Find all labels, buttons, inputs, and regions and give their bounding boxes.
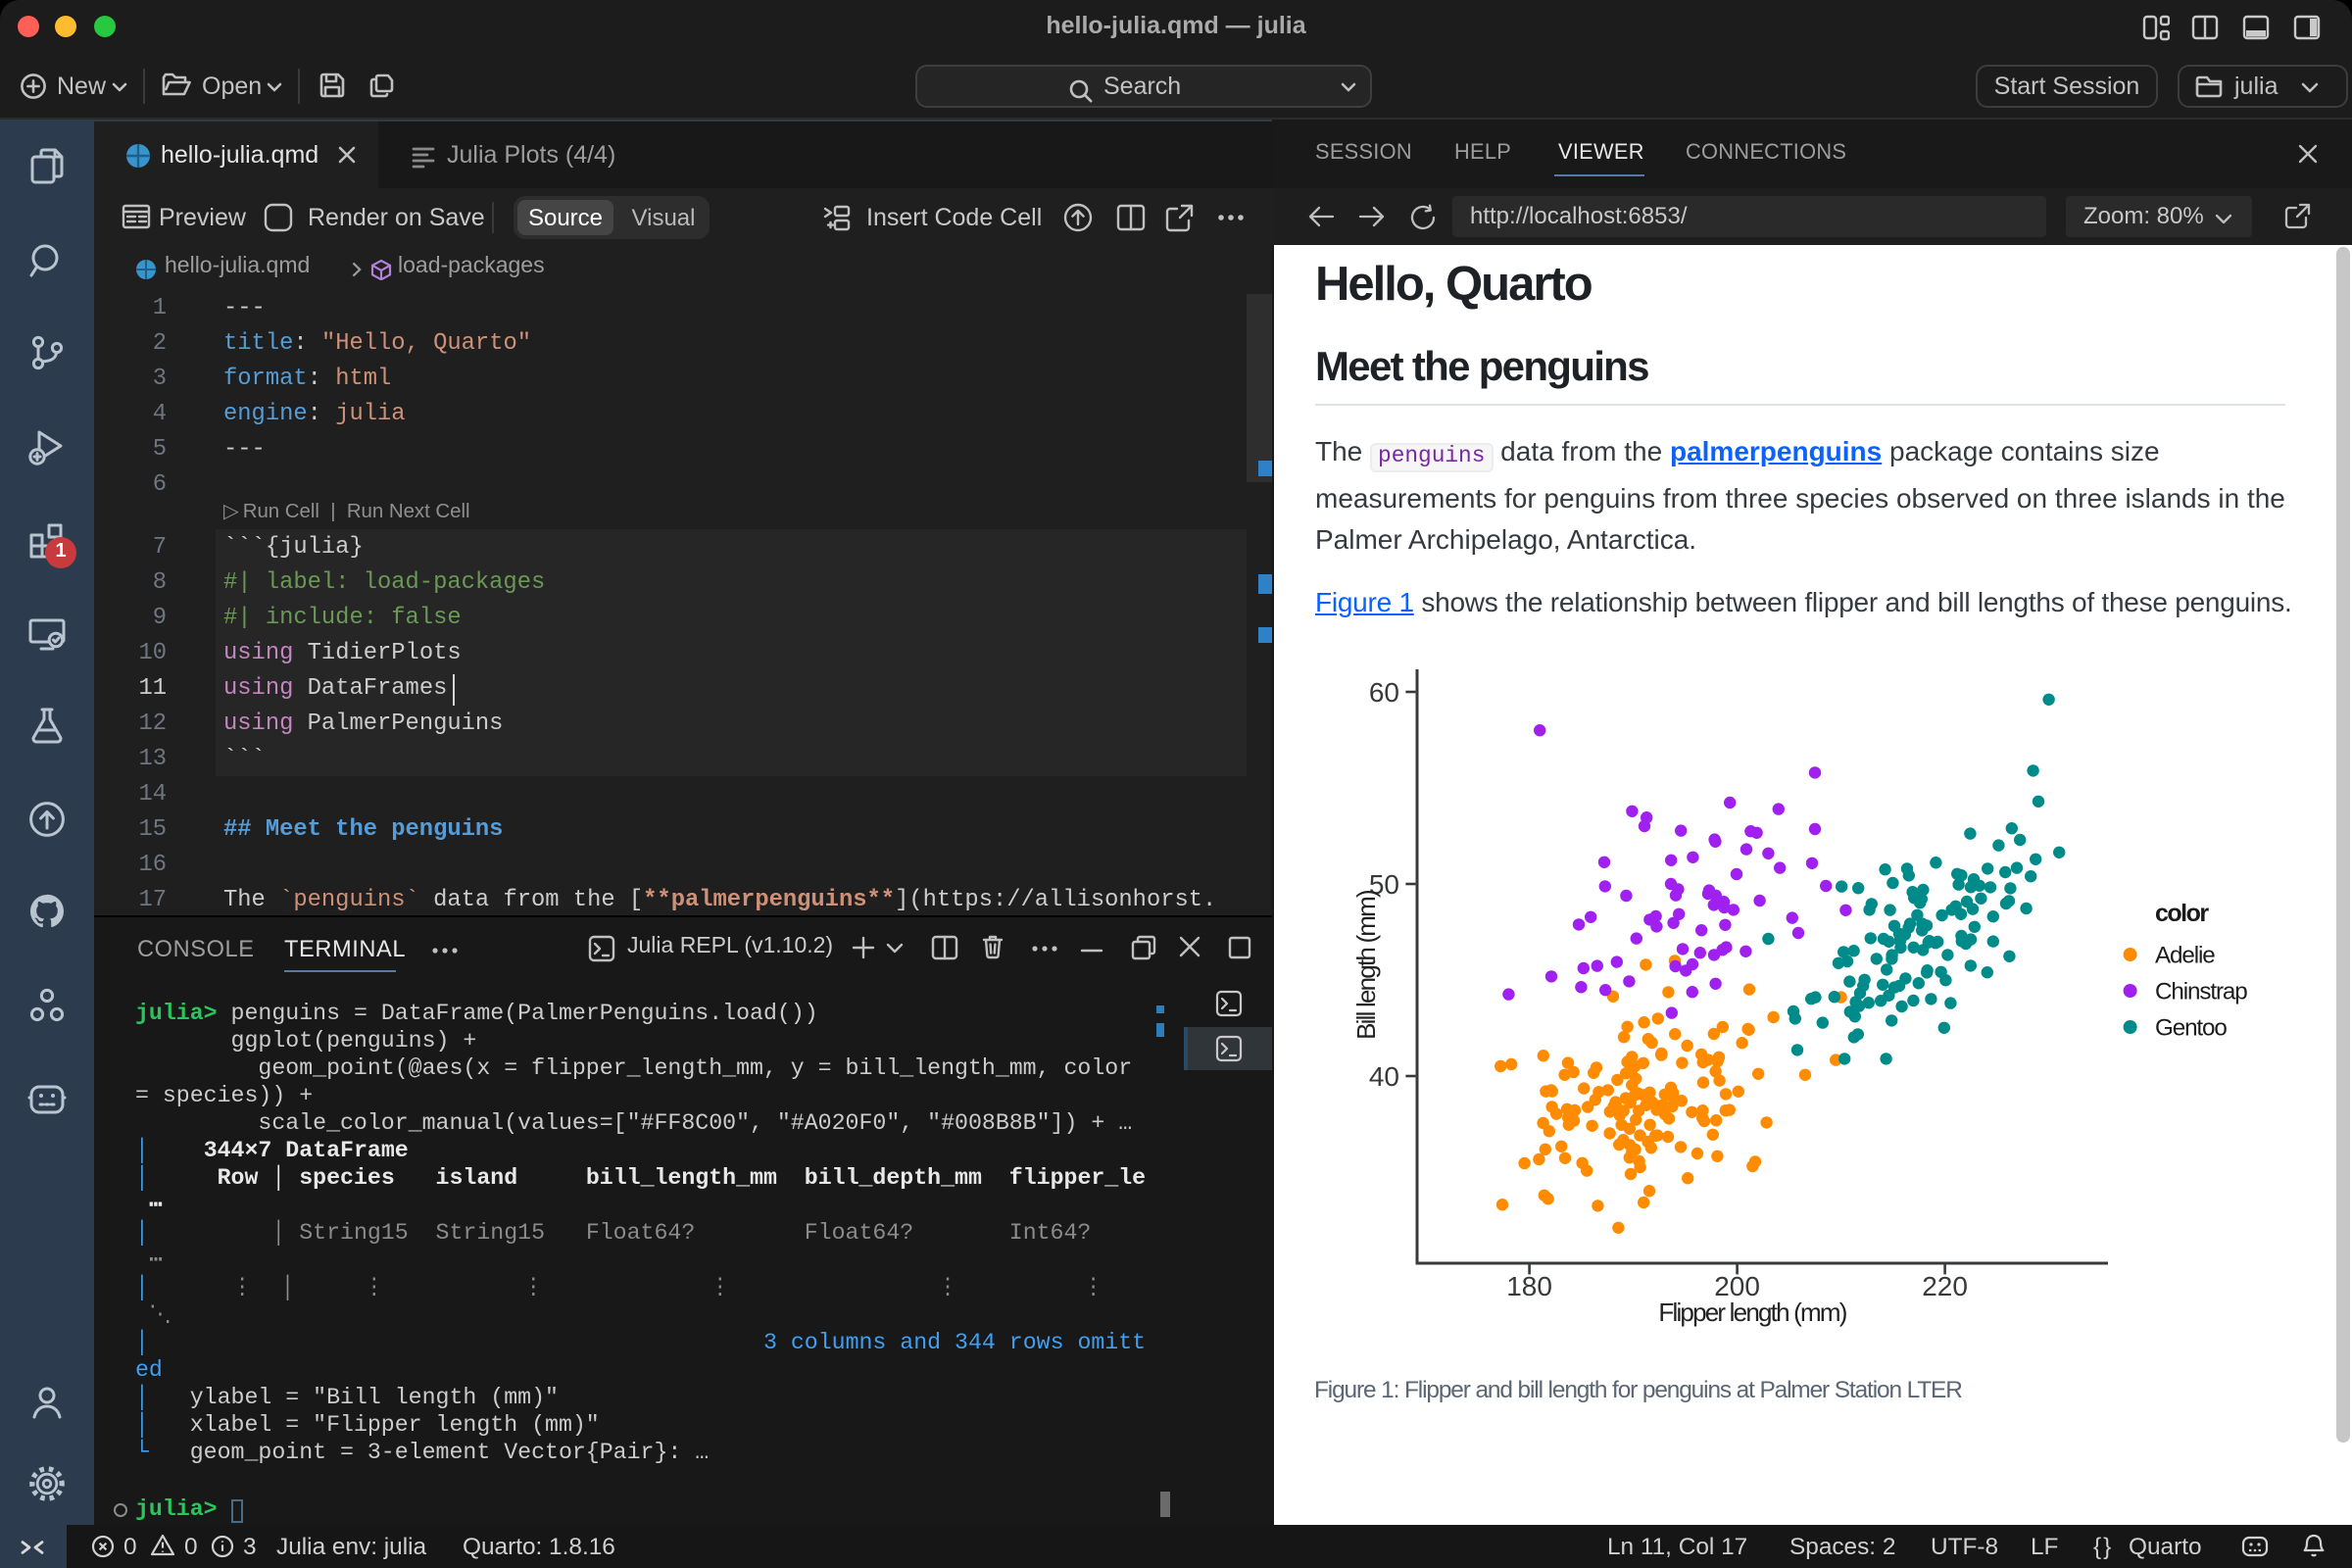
svg-text:40: 40 — [1369, 1061, 1399, 1092]
svg-text:60: 60 — [1369, 677, 1399, 708]
svg-text:color: color — [2155, 900, 2209, 927]
svg-text:Adelie: Adelie — [2155, 943, 2215, 969]
svg-text:220: 220 — [1922, 1271, 1968, 1301]
svg-text:Flipper length (mm): Flipper length (mm) — [1658, 1298, 1846, 1327]
svg-text:Bill length (mm): Bill length (mm) — [1351, 890, 1381, 1040]
svg-text:180: 180 — [1506, 1271, 1552, 1301]
svg-text:Chinstrap: Chinstrap — [2155, 979, 2247, 1005]
svg-text:Gentoo: Gentoo — [2155, 1015, 2227, 1042]
